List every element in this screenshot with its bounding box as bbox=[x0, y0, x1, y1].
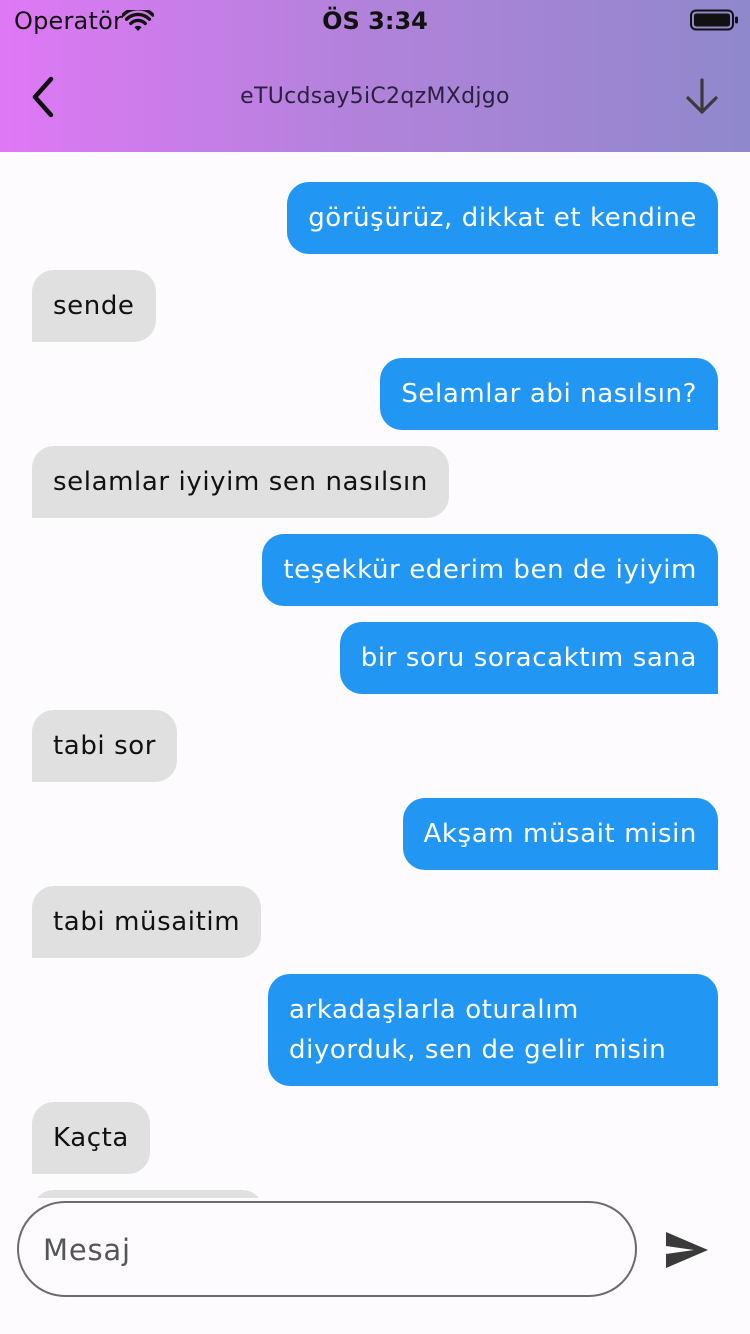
message-sent: Selamlar abi nasılsın? bbox=[380, 358, 718, 430]
battery-icon bbox=[690, 9, 738, 31]
app-bar: Operatör ÖS 3:34 eTUcdsay5iC2qzMXdjgo bbox=[0, 0, 750, 152]
send-icon bbox=[666, 1232, 708, 1268]
message-sent: arkadaşlarla oturalım diyorduk, sen de g… bbox=[268, 974, 718, 1086]
message-received: sende bbox=[32, 270, 156, 342]
message-sent: teşekkür ederim ben de iyiyim bbox=[262, 534, 718, 606]
message-sent: görüşürüz, dikkat et kendine bbox=[287, 182, 718, 254]
send-button[interactable] bbox=[664, 1229, 710, 1271]
message-received-partial bbox=[32, 1190, 264, 1198]
message-sent: Akşam müsait misin bbox=[402, 798, 718, 870]
message-received: selamlar iyiyim sen nasılsın bbox=[32, 446, 449, 518]
message-received: Kaçta bbox=[32, 1102, 150, 1174]
arrow-down-icon bbox=[686, 78, 718, 114]
status-bar: Operatör ÖS 3:34 bbox=[0, 0, 750, 40]
message-received: tabi müsaitim bbox=[32, 886, 262, 958]
chat-title: eTUcdsay5iC2qzMXdjgo bbox=[240, 84, 510, 109]
scroll-down-button[interactable] bbox=[682, 76, 722, 118]
message-input[interactable] bbox=[41, 1203, 615, 1297]
message-list[interactable]: görüşürüz, dikkat et kendine sende Selam… bbox=[0, 152, 750, 1198]
message-composer bbox=[17, 1201, 637, 1297]
status-time: ÖS 3:34 bbox=[322, 7, 428, 35]
message-sent: bir soru soracaktım sana bbox=[339, 622, 718, 694]
message-received: tabi sor bbox=[32, 710, 178, 782]
